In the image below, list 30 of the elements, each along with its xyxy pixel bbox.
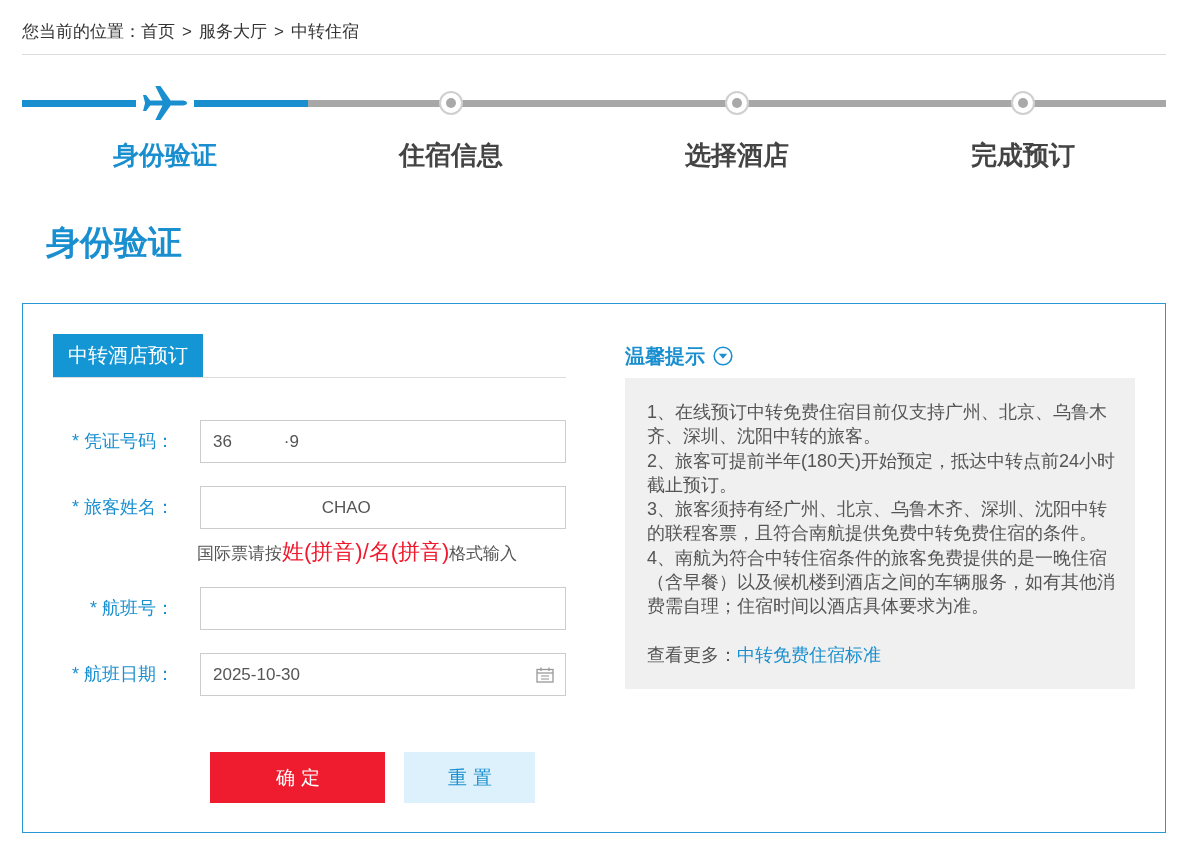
step-label: 住宿信息 [399, 140, 503, 170]
breadcrumb-link[interactable]: 服务大厅 [198, 21, 267, 43]
input-field[interactable]: CHAO [200, 486, 566, 529]
calendar-icon[interactable] [536, 666, 554, 683]
breadcrumb-separator: > [182, 21, 192, 43]
breadcrumb-label: 您当前的位置： [22, 21, 141, 43]
more-label: 查看更多： [647, 643, 737, 667]
confirm-button[interactable]: 确定 [210, 752, 385, 803]
field-label: * 旅客姓名： [72, 496, 175, 519]
input-field[interactable] [200, 587, 566, 630]
date-field[interactable]: 2025-10-30 [200, 653, 566, 696]
breadcrumb-link[interactable]: 中转住宿 [290, 21, 359, 43]
tip-text: 3、旅客须持有经广州、北京、乌鲁木齐、深圳、沈阳中转的联程客票，且符合南航提供免费中转免费住宿的条件。 [647, 498, 1108, 546]
airplane-icon [142, 85, 188, 121]
breadcrumb-link[interactable]: 首页 [141, 21, 175, 43]
step-label: 选择酒店 [685, 140, 789, 170]
field-label: * 航班日期： [72, 663, 175, 686]
step-label: 身份验证 [113, 140, 217, 170]
input-field[interactable]: 36 ·9 [200, 420, 566, 463]
breadcrumb-separator: > [273, 21, 284, 43]
dropdown-circle-icon[interactable] [713, 346, 733, 366]
tip-text: 1、在线预订中转免费住宿目前仅支持广州、北京、乌鲁木齐、深圳、沈阳中转的旅客。 [647, 401, 1108, 449]
format-hint: 国际票请按姓(拼音)/名(拼音)格式输入 [197, 540, 518, 566]
tip-text: 4、南航为符合中转住宿条件的旅客免费提供的是一晚住宿（含早餐）以及候机楼到酒店之间的车辆服务，如有其他消费需自理；住宿时间以酒店具体要求为准。 [647, 546, 1116, 618]
page-title: 身份验证 [46, 222, 182, 262]
field-label: * 凭证号码： [72, 430, 175, 453]
step-label: 完成预订 [971, 140, 1075, 170]
tips-title: 温馨提示 [625, 343, 705, 369]
tip-text: 2、旅客可提前半年(180天)开始预定，抵达中转点前24小时截止预订。 [647, 449, 1117, 497]
field-label: * 航班号： [90, 597, 175, 620]
